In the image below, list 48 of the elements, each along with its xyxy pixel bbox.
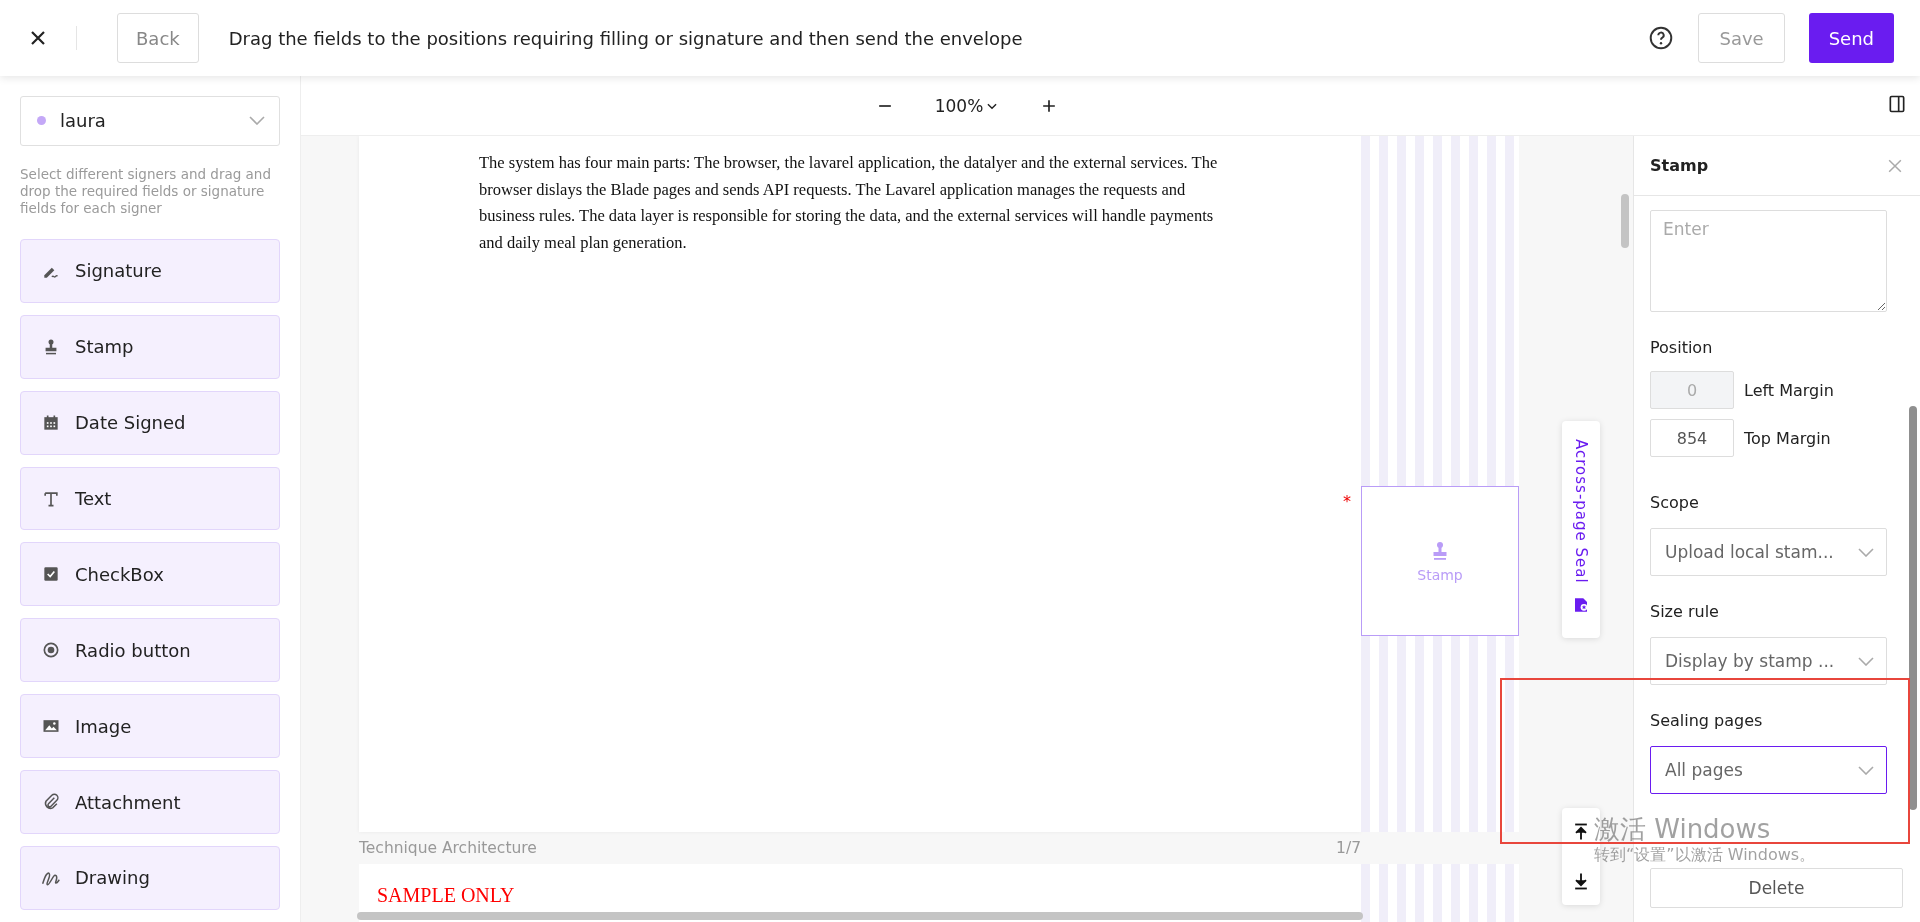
field-item[interactable]: Signature: [20, 238, 280, 303]
signer-name: laura: [60, 110, 107, 132]
send-button[interactable]: Send: [1808, 13, 1894, 63]
dropdown-select[interactable]: All pages: [1650, 746, 1887, 794]
delete-button[interactable]: Delete: [1650, 868, 1903, 908]
page-title: Technique Architecture: [359, 839, 537, 857]
chevron-down-icon: [1858, 656, 1874, 666]
back-button[interactable]: Back: [117, 13, 199, 63]
help-icon[interactable]: [1648, 25, 1675, 51]
across-page-seal-tab[interactable]: Across-page Seal: [1562, 421, 1600, 638]
chevron-down-icon: [249, 116, 265, 126]
zoom-select[interactable]: 100%: [928, 94, 1006, 117]
scrollbar-thumb[interactable]: [1909, 406, 1917, 810]
field-item[interactable]: Drawing: [20, 846, 280, 910]
scrollbar-thumb[interactable]: [1621, 194, 1629, 248]
required-mark: *: [1343, 492, 1351, 511]
sample-text: SAMPLE ONLY: [377, 884, 515, 907]
field-item[interactable]: Radio button: [20, 618, 280, 683]
section-label: Position: [1650, 338, 1714, 357]
section-label: Scope: [1650, 493, 1700, 512]
instruction-text: Drag the fields to the positions requiring filling or signature and then send the envelope: [228, 27, 1024, 49]
field-item[interactable]: Image: [20, 694, 280, 759]
margin-input[interactable]: 854: [1650, 419, 1734, 457]
dropdown-select[interactable]: Display by stamp ...: [1650, 637, 1887, 685]
hint-text: Select different signers and drag and drop the required fields or signature fields for each signer: [20, 165, 272, 217]
field-item[interactable]: Attachment: [20, 770, 280, 835]
section-label: Size rule: [1650, 602, 1720, 621]
field-item[interactable]: CheckBox: [20, 542, 280, 607]
document-paragraph: The system has four main parts: The browser, the lavarel application, the datalyer and the external services. The browser dislays the Blade pages and sends API requests. The Lavarel application manages the requests and business rules. The data layer is responsible for storing the data, and the external services will handle payments and daily meal plan generation.: [479, 152, 1219, 254]
scrollbar-thumb[interactable]: [357, 912, 1363, 920]
activation-text: 转到“设置”以激活 Windows。: [1594, 844, 1816, 866]
field-label: Top Margin: [1744, 428, 1831, 448]
note-field[interactable]: Enter: [1650, 210, 1887, 312]
side-panel-icon[interactable]: [1887, 94, 1907, 114]
chevron-down-icon: [1858, 547, 1874, 557]
signer-select[interactable]: laura: [20, 96, 280, 146]
field-item[interactable]: Stamp: [20, 314, 280, 379]
field-label: Left Margin: [1744, 380, 1834, 400]
field-item[interactable]: Date Signed: [20, 390, 280, 455]
field-item[interactable]: Text: [20, 466, 280, 531]
activation-title: 激活 Windows: [1594, 814, 1772, 844]
panel-title: Stamp: [1650, 156, 1709, 175]
page-number: 1/7: [1336, 839, 1361, 857]
dropdown-select[interactable]: Upload local stam...: [1650, 528, 1887, 576]
chevron-down-icon: [1858, 765, 1874, 775]
margin-input: 0: [1650, 371, 1734, 409]
section-label: Sealing pages: [1650, 711, 1764, 730]
seal-icon: [1572, 595, 1590, 614]
